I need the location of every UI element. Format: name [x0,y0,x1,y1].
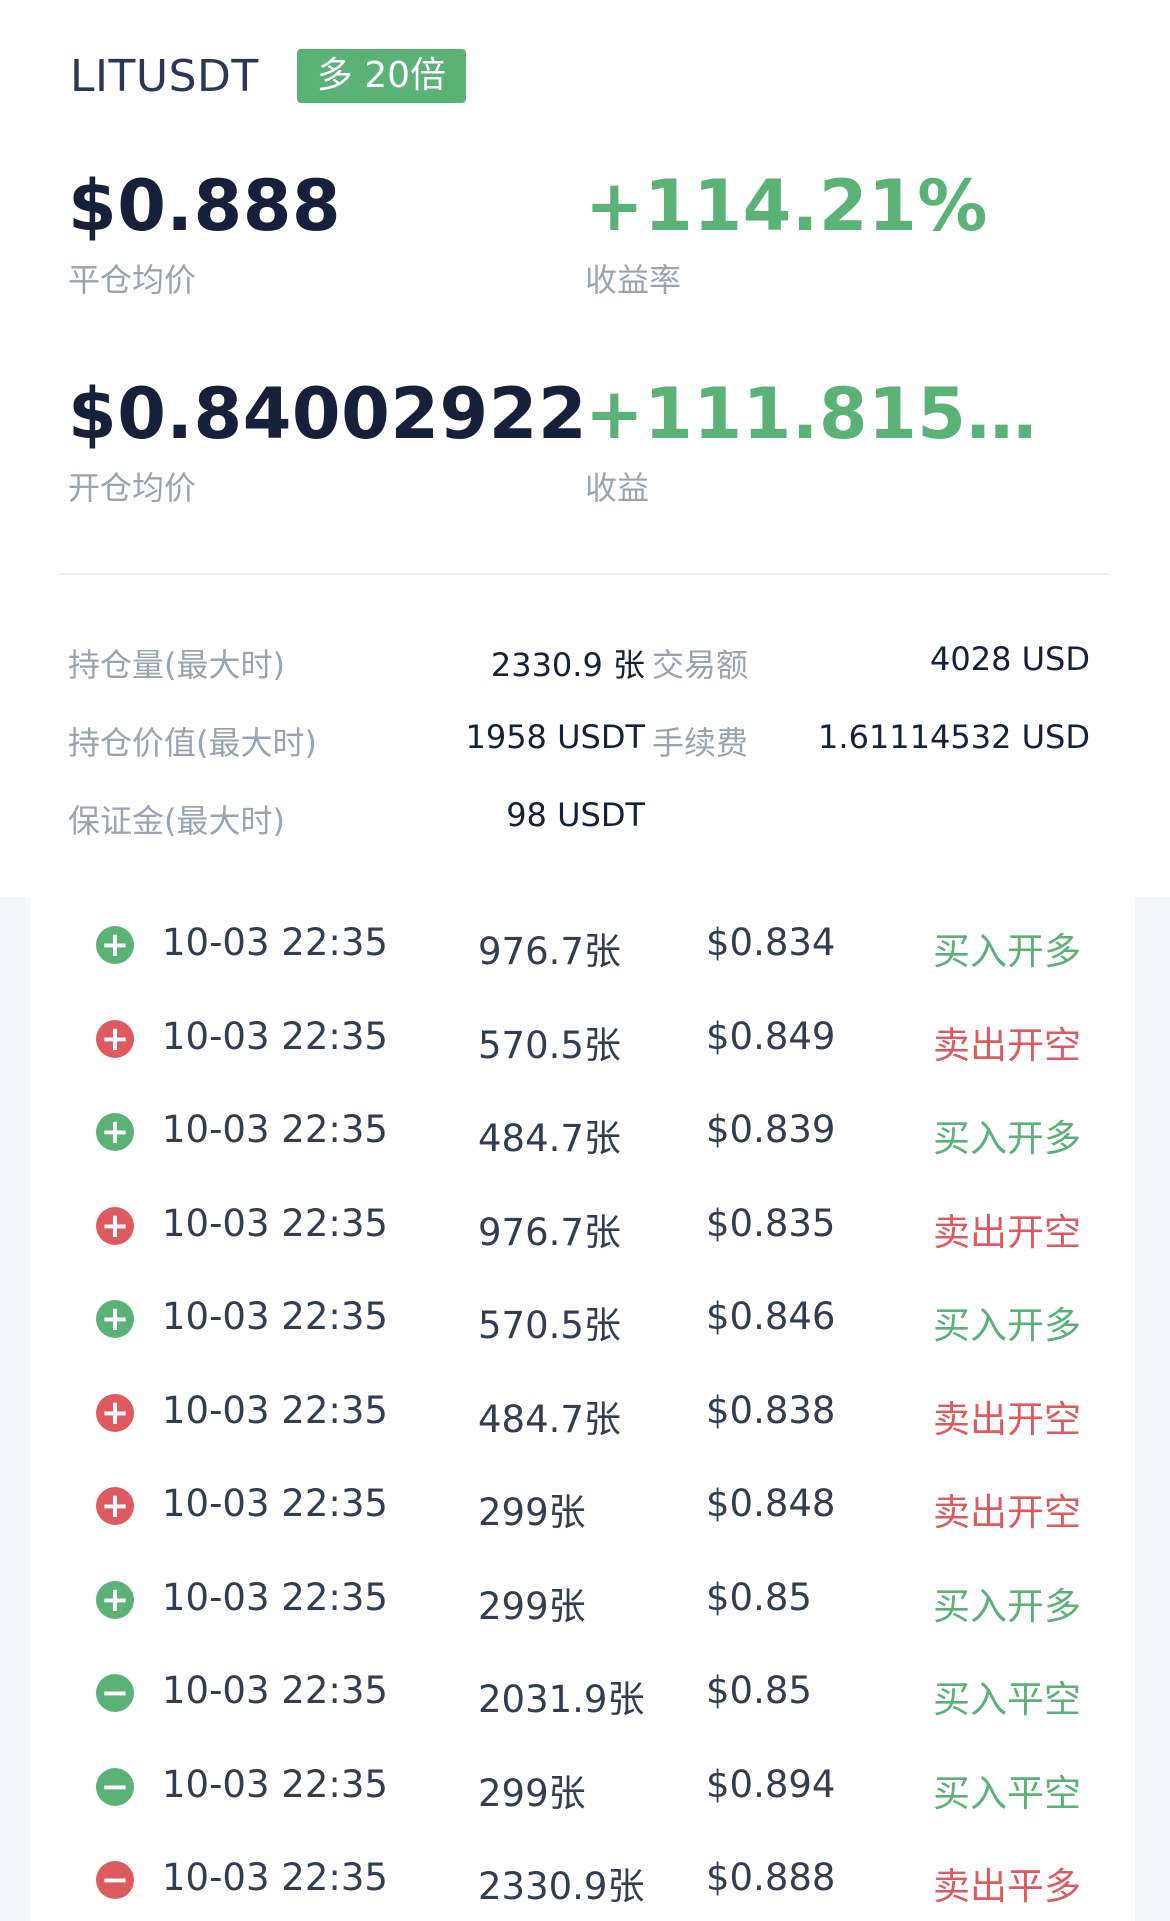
open-avg-price-label: 开仓均价 [68,469,197,507]
info-label: 手续费 [652,724,749,762]
info-label: 保证金(最大时) [68,802,285,840]
symbol-title: LITUSDT [70,50,259,102]
trade-row[interactable]: +10-03 22:35 976.7张 $0.835 卖出开空 [30,1196,1135,1256]
profit-label: 收益 [585,469,650,507]
plus-circle-icon: + [96,1300,134,1338]
plus-circle-icon: + [96,1206,134,1245]
trade-action: 买入开多 [933,1117,1081,1160]
trade-quantity: 299张 [478,1771,586,1815]
trade-price: $0.846 [706,1295,836,1338]
trade-time: 10-03 22:35 [162,1014,388,1058]
trade-time: 10-03 22:35 [162,921,388,964]
trade-row[interactable]: −10-03 22:35 2330.9张 $0.888 卖出平多 [30,1850,1135,1910]
profit-value: +111.8150911... [585,373,1055,455]
trade-time: 10-03 22:35 [162,1856,388,1899]
trade-price: $0.839 [706,1108,836,1151]
minus-circle-icon: − [96,1767,134,1806]
trade-price: $0.834 [706,921,836,964]
trade-row[interactable]: +10-03 22:35 484.7张 $0.838 卖出开空 [30,1383,1135,1443]
info-label: 持仓价值(最大时) [68,724,317,762]
trade-row[interactable]: −10-03 22:35 299张 $0.894 买入平空 [30,1757,1135,1817]
header: LITUSDT 多 20倍 [70,44,467,108]
trade-quantity: 2031.9张 [478,1678,645,1721]
info-value: 1.61114532 USD [818,718,1090,756]
trade-row[interactable]: −10-03 22:35 2031.9张 $0.85 买入平空 [30,1663,1135,1723]
close-avg-price-value: $0.888 [68,165,342,247]
trade-time: 10-03 22:35 [162,1575,388,1619]
trade-time: 10-03 22:35 [162,1762,388,1806]
trade-price: $0.849 [706,1014,836,1058]
trade-price: $0.838 [706,1388,836,1432]
trade-action: 卖出开空 [933,1023,1081,1067]
trade-time: 10-03 22:35 [162,1482,388,1525]
trade-quantity: 299张 [478,1491,586,1534]
trade-action: 买入平空 [933,1771,1081,1815]
trade-action: 卖出开空 [933,1491,1081,1534]
trade-price: $0.85 [706,1669,812,1712]
trade-time: 10-03 22:35 [162,1295,388,1338]
trade-action: 卖出开空 [933,1210,1081,1254]
trade-row[interactable]: +10-03 22:35 570.5张 $0.846 买入开多 [30,1289,1135,1349]
trade-action: 买入开多 [933,930,1081,973]
trade-action: 买入平空 [933,1678,1081,1721]
minus-circle-icon: − [96,1861,134,1899]
plus-circle-icon: + [96,1113,134,1151]
leverage-badge: 多 20倍 [296,49,467,103]
trade-quantity: 484.7张 [478,1397,621,1441]
trade-action: 买入开多 [933,1584,1081,1628]
trade-price: $0.888 [706,1856,836,1899]
trade-price: $0.85 [706,1575,812,1619]
plus-circle-icon: + [96,1580,134,1619]
info-value: 2330.9 张 [490,646,645,684]
plus-circle-icon: + [96,1019,134,1058]
info-row: 持仓量(最大时) 2330.9 张 交易额 4028 USD [68,640,1090,690]
plus-circle-icon: + [96,926,134,964]
background-strip [1135,897,1170,1921]
trade-time: 10-03 22:35 [162,1388,388,1432]
return-rate-value: +114.21% [585,165,988,247]
trade-row[interactable]: +10-03 22:35 570.5张 $0.849 卖出开空 [30,1009,1135,1069]
trade-list: +10-03 22:35 976.7张 $0.834 买入开多 +10-03 22:35… [30,897,1135,1921]
trade-action: 买入开多 [933,1304,1081,1347]
close-avg-price-label: 平仓均价 [68,261,197,299]
info-value: 4028 USD [930,640,1090,678]
trade-quantity: 484.7张 [478,1117,621,1160]
return-rate-stat: +114.21% 收益率 [585,165,988,301]
plus-circle-icon: + [96,1487,134,1525]
background-strip [0,897,30,1921]
trade-action: 卖出平多 [933,1865,1081,1908]
info-value: 1958 USDT [465,718,645,756]
trade-quantity: 299张 [478,1584,586,1628]
divider [58,573,1110,575]
trade-row[interactable]: +10-03 22:35 976.7张 $0.834 买入开多 [30,915,1135,975]
trade-quantity: 976.7张 [478,1210,621,1254]
trade-quantity: 2330.9张 [478,1865,645,1908]
trade-quantity: 570.5张 [478,1304,621,1347]
info-row: 持仓价值(最大时) 1958 USDT 手续费 1.61114532 USD [68,718,1090,768]
trade-time: 10-03 22:35 [162,1201,388,1245]
trade-action: 卖出开空 [933,1397,1081,1441]
trade-row[interactable]: +10-03 22:35 299张 $0.848 卖出开空 [30,1476,1135,1536]
open-avg-price-value: $0.84002922 [68,373,588,455]
minus-circle-icon: − [96,1674,134,1712]
info-row: 保证金(最大时) 98 USDT [68,796,1090,846]
close-avg-price-stat: $0.888 平仓均价 [68,165,341,301]
trade-row[interactable]: +10-03 22:35 484.7张 $0.839 买入开多 [30,1102,1135,1162]
info-label: 持仓量(最大时) [68,646,285,684]
trade-price: $0.848 [706,1482,836,1525]
open-avg-price-stat: $0.84002922 开仓均价 [68,373,587,509]
trade-price: $0.894 [706,1762,836,1806]
info-value: 98 USDT [506,796,645,834]
trade-row[interactable]: +10-03 22:35 299张 $0.85 买入开多 [30,1570,1135,1630]
plus-circle-icon: + [96,1393,134,1432]
trade-time: 10-03 22:35 [162,1108,388,1151]
trade-time: 10-03 22:35 [162,1669,388,1712]
return-rate-label: 收益率 [585,261,682,299]
trade-quantity: 976.7张 [478,930,621,973]
trade-quantity: 570.5张 [478,1023,621,1067]
info-label: 交易额 [652,646,749,684]
profit-stat: +111.8150911... 收益 [585,373,1055,509]
trade-price: $0.835 [706,1201,836,1245]
